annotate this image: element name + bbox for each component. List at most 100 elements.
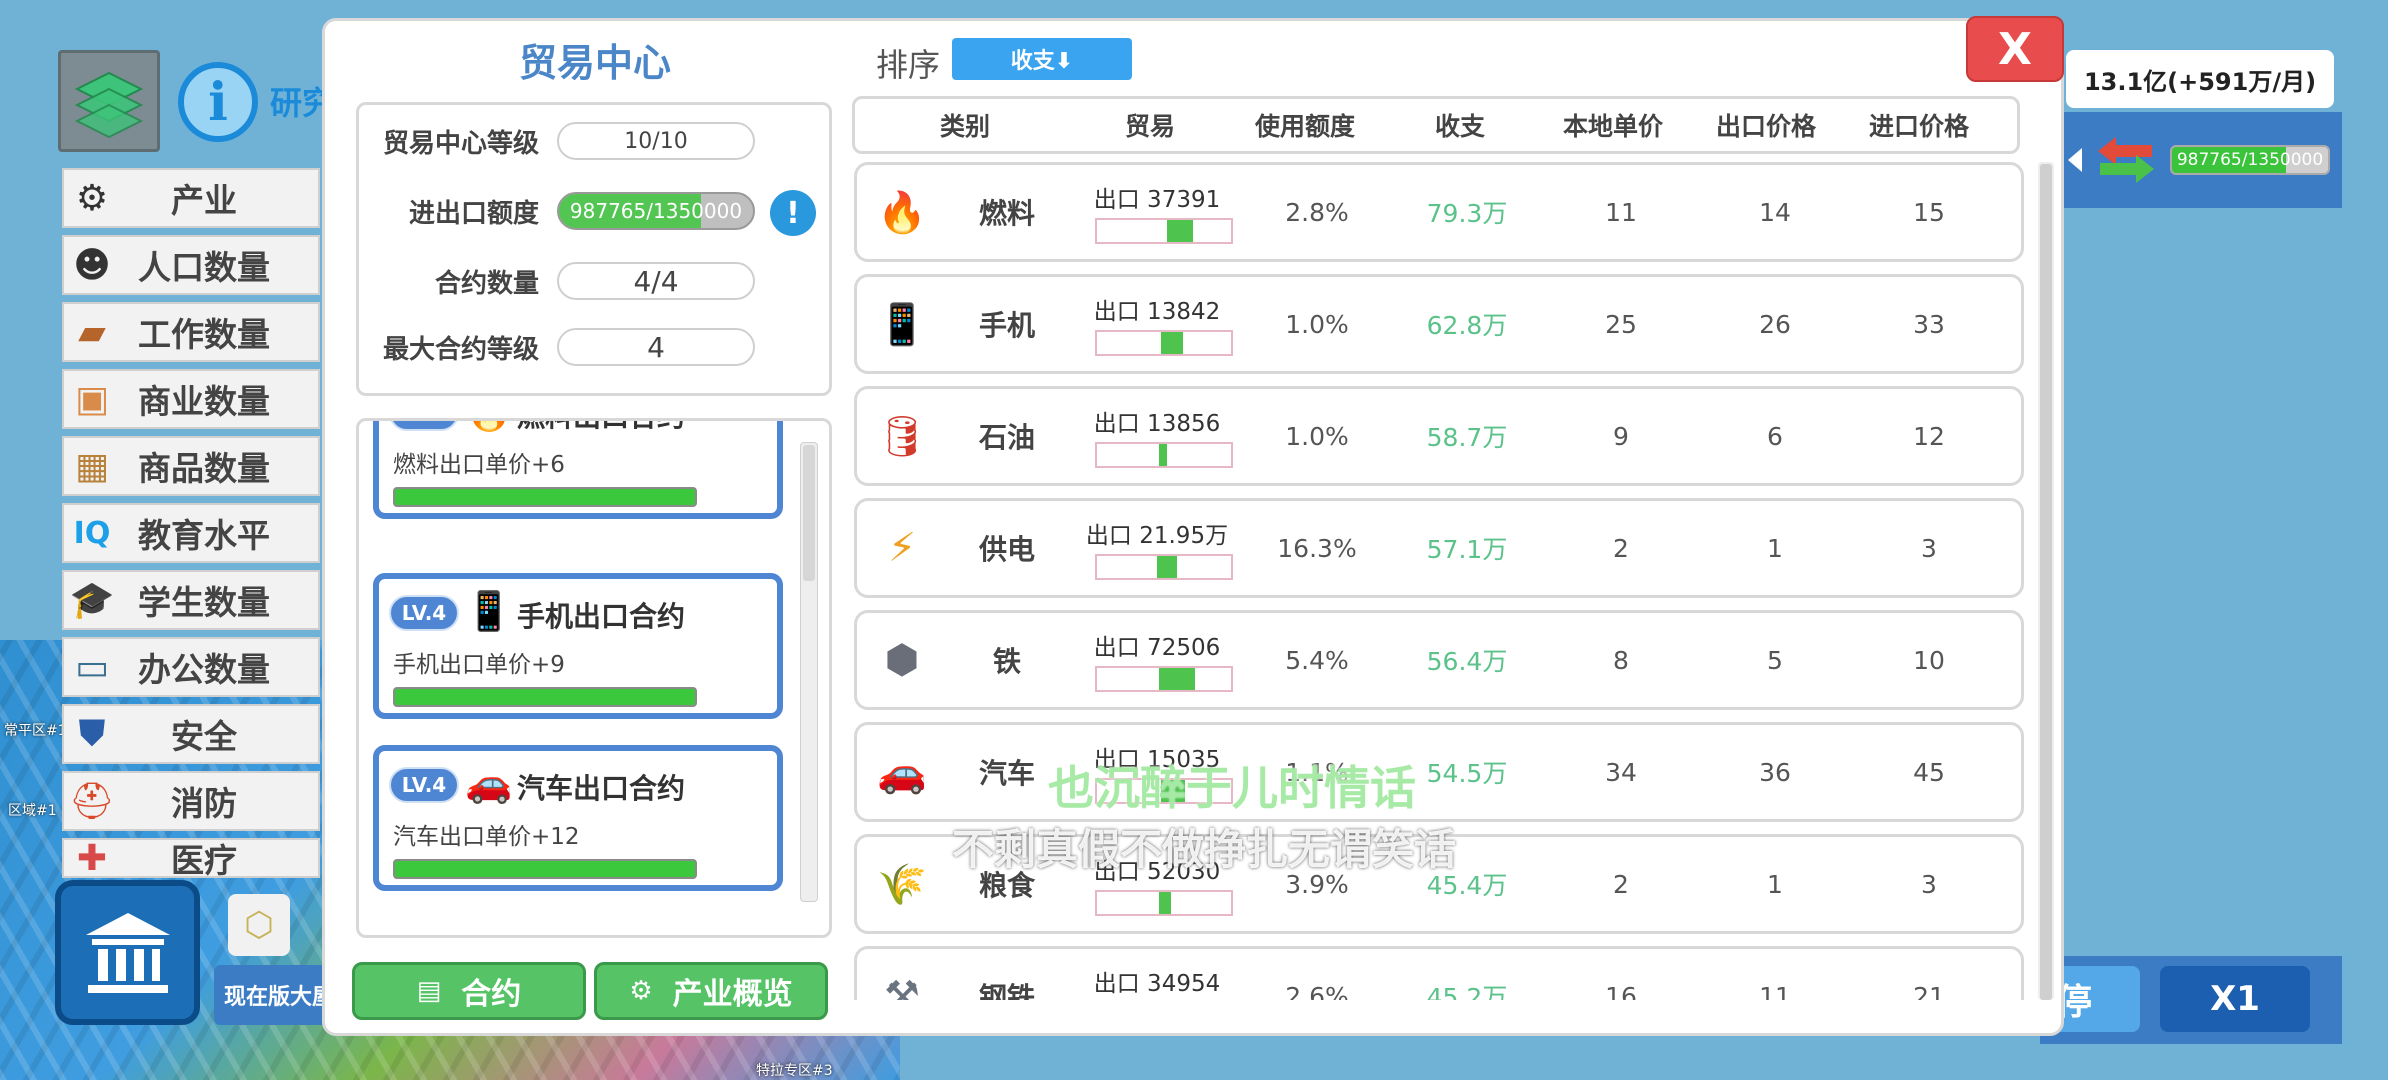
side-item-students[interactable]: 🎓 学生数量 [62, 570, 320, 630]
contract-card[interactable]: LV.4 🔥 燃料出口合约 燃料出口单价+6 [373, 421, 783, 519]
trade-quota-panel[interactable]: 987765/1350000 [2062, 112, 2342, 208]
contract-desc: 手机出口单价+9 [393, 652, 565, 678]
table-scrollbar[interactable] [2038, 162, 2054, 1000]
side-item-fire[interactable]: ⛑ 消防 [62, 771, 320, 831]
trade-bar-mark [1159, 668, 1195, 690]
sort-button[interactable]: 收支⬇ [952, 38, 1132, 80]
category-name: 燃料 [978, 197, 1035, 230]
oil-barrel-icon: 🛢 [876, 413, 928, 460]
category-name: 钢铁 [978, 981, 1035, 1000]
trade-bar-mark [1167, 220, 1193, 242]
trade-quota-bar: 987765/1350000 [2170, 145, 2330, 175]
contract-progress [393, 487, 697, 507]
side-item-commerce[interactable]: ▣ 商业数量 [62, 369, 320, 429]
trade-cell: 出口 72506 [1067, 610, 1247, 710]
contract-count-value: 4/4 [557, 262, 755, 300]
contract-name: 燃料出口合约 [517, 421, 685, 435]
import-price: 21 [1913, 981, 1945, 1001]
export-price: 26 [1759, 309, 1791, 339]
column-header[interactable]: 贸易 [1075, 107, 1225, 143]
computer-icon: ▭ [74, 646, 109, 688]
import-price: 3 [1921, 533, 1937, 563]
category-name: 石油 [978, 421, 1035, 454]
trade-amount: 出口 21.95万 [1085, 523, 1229, 549]
info-icon[interactable]: i [178, 62, 258, 142]
side-menu: ⚙ 产业 ☻ 人口数量 ▰ 工作数量 ▣ 商业数量 ▦ 商品数量 IQ 教育水平 🎓 学生数量… [62, 168, 320, 885]
usage-value: 5.4% [1285, 645, 1349, 675]
district-label: 区域#1 [8, 803, 57, 819]
table-row[interactable]: 📱 手机 出口 13842 1.0% 62.8万 25 26 33 [854, 274, 2024, 374]
column-header[interactable]: 类别 [855, 107, 1075, 143]
bank-icon [85, 912, 170, 993]
trade-center-button[interactable] [55, 880, 200, 1025]
income-value: 45.2万 [1426, 983, 1508, 1000]
trade-cell: 出口 13842 [1067, 274, 1247, 374]
export-price: 1 [1767, 869, 1783, 899]
income-value: 62.8万 [1426, 311, 1508, 340]
side-item-security[interactable]: ⛊ 安全 [62, 704, 320, 764]
scroll-thumb[interactable] [2040, 164, 2052, 1000]
local-price: 25 [1605, 309, 1637, 339]
side-item-education[interactable]: IQ 教育水平 [62, 503, 320, 563]
contract-card[interactable]: LV.4 🚗 汽车出口合约 汽车出口单价+12 [373, 745, 783, 891]
column-header[interactable]: 出口价格 [1691, 107, 1841, 143]
briefcase-icon: ▰ [78, 311, 106, 353]
column-header[interactable]: 本地单价 [1535, 107, 1691, 143]
car-icon: 🚗 [465, 761, 513, 805]
side-item-population[interactable]: ☻ 人口数量 [62, 235, 320, 295]
contracts-button[interactable]: ▤ 合约 [352, 962, 586, 1020]
trade-cell: 出口 34954 [1067, 946, 1247, 1000]
income-value: 58.7万 [1426, 423, 1508, 452]
exclamation-icon[interactable]: ! [770, 190, 816, 236]
local-price: 2 [1613, 869, 1629, 899]
close-button[interactable]: X [1966, 16, 2064, 82]
column-header[interactable]: 收支 [1385, 107, 1535, 143]
local-price: 8 [1613, 645, 1629, 675]
contracts-list[interactable]: LV.4 🔥 燃料出口合约 燃料出口单价+6 LV.4 📱 手机出口合约 手机出… [356, 418, 832, 938]
table-row[interactable]: ⬢ 铁 出口 72506 5.4% 56.4万 8 5 10 [854, 610, 2024, 710]
table-row[interactable]: 🔥 燃料 出口 37391 2.8% 79.3万 11 14 15 [854, 162, 2024, 262]
hex-grid-button[interactable]: ⬡ [228, 894, 290, 956]
side-item-jobs[interactable]: ▰ 工作数量 [62, 302, 320, 362]
contracts-scrollbar[interactable] [800, 442, 818, 902]
level-badge: LV.4 [389, 421, 459, 431]
local-price: 11 [1605, 197, 1637, 227]
trade-bar [1095, 218, 1233, 244]
import-price: 3 [1921, 869, 1937, 899]
trade-amount: 出口 72506 [1093, 635, 1221, 661]
industry-overview-button[interactable]: ⚙ 产业概览 [594, 962, 828, 1020]
import-price: 10 [1913, 645, 1945, 675]
table-row[interactable]: ⚡ 供电 出口 21.95万 16.3% 57.1万 2 1 3 [854, 498, 2024, 598]
version-button[interactable]: 现在版大屋 [214, 965, 334, 1025]
iron-ore-icon: ⬢ [884, 637, 920, 683]
side-item-industry[interactable]: ⚙ 产业 [62, 168, 320, 228]
side-item-office[interactable]: ▭ 办公数量 [62, 637, 320, 697]
table-header: 类别 贸易 使用额度 收支 本地单价 出口价格 进口价格 [852, 96, 2020, 154]
layers-button[interactable] [58, 50, 160, 152]
side-item-medical[interactable]: ✚ 医疗 [62, 838, 320, 878]
side-item-goods[interactable]: ▦ 商品数量 [62, 436, 320, 496]
contract-desc: 汽车出口单价+12 [393, 824, 580, 850]
usage-value: 2.8% [1285, 197, 1349, 227]
shopping-bag-icon: ▣ [74, 378, 109, 420]
police-badge-icon: ⛊ [78, 713, 106, 754]
usage-value: 2.6% [1285, 981, 1349, 1001]
wheat-icon: 🌾 [877, 861, 927, 908]
collapse-arrow-icon[interactable] [2068, 148, 2082, 172]
anvil-icon: ⚒ [884, 973, 920, 1000]
table-row[interactable]: 🛢 石油 出口 13856 1.0% 58.7万 9 6 12 [854, 386, 2024, 486]
contract-card[interactable]: LV.4 📱 手机出口合约 手机出口单价+9 [373, 573, 783, 719]
table-row[interactable]: 🚗 汽车 出口 15035 1.1% 54.5万 34 36 45 [854, 722, 2024, 822]
subtitle-line: 也沉醉于儿时情话 [1048, 761, 1416, 815]
table-row[interactable]: ⚒ 钢铁 出口 34954 2.6% 45.2万 16 11 21 [854, 946, 2024, 1000]
industry-icon: ⚙ [75, 177, 109, 219]
category-name: 铁 [992, 645, 1021, 678]
speed-button[interactable]: X1 [2160, 966, 2310, 1032]
usage-value: 1.0% [1285, 421, 1349, 451]
level-badge: LV.4 [389, 595, 459, 631]
scroll-thumb[interactable] [803, 445, 815, 581]
district-label: 特拉专区#3 [756, 1063, 833, 1079]
phone-icon: 📱 [465, 589, 513, 633]
column-header[interactable]: 使用额度 [1225, 107, 1385, 143]
column-header[interactable]: 进口价格 [1841, 107, 1997, 143]
